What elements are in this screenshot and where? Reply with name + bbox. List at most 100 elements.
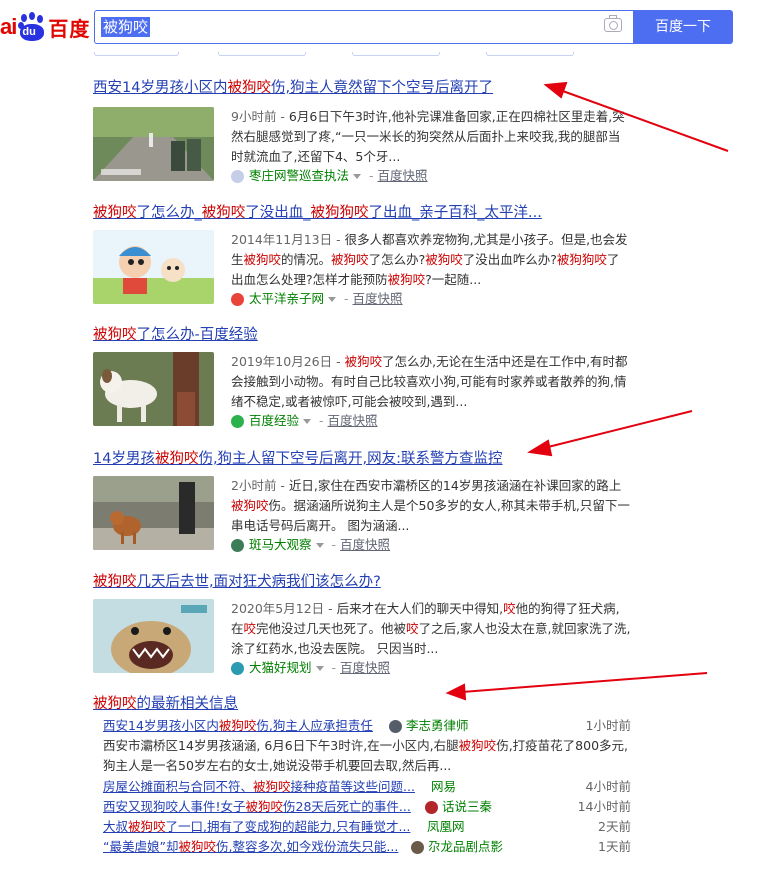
result-title[interactable]: 西安14岁男孩小区内被狗咬伤,狗主人竟然留下个空号后离开了	[93, 78, 653, 98]
text-run: 近日,家住在西安市灞桥区的14岁男孩涵涵在补课回家的路上	[288, 478, 622, 493]
baidu-logo[interactable]: ai du 百度	[0, 11, 90, 43]
result-title[interactable]: 被狗咬几天后去世,面对狂犬病我们该怎么办?	[93, 572, 653, 592]
keyword-highlight: 被狗咬	[93, 205, 137, 221]
avatar	[389, 719, 402, 733]
keyword-highlight: 被狗咬	[245, 799, 284, 814]
source-name[interactable]: 百度经验	[249, 412, 299, 430]
text-run: 14岁男孩	[93, 451, 155, 467]
keyword-highlight: 被狗咬	[178, 839, 216, 854]
search-button[interactable]: 百度一下	[633, 10, 733, 44]
news-item[interactable]: 西安又现狗咬人事件!女子被狗咬伤28天后死亡的事件... 话说三秦 14小时前	[103, 797, 631, 817]
search-result: 西安14岁男孩小区内被狗咬伤,狗主人竟然留下个空号后离开了 9小时前 - 6月6…	[93, 78, 653, 183]
news-item-time: 4小时前	[585, 779, 631, 794]
result-source: 太平洋亲子网 - 百度快照	[231, 290, 403, 308]
news-item[interactable]: 大叔被狗咬了一口,拥有了变成狗的超能力,只有睡觉才... 凤凰网 2天前	[103, 817, 631, 837]
result-title[interactable]: 被狗咬了怎么办-百度经验	[93, 325, 653, 345]
tab-strip-4[interactable]	[486, 52, 574, 56]
news-item-title[interactable]: “最美虐娘”却被狗咬伤,整容多次,如今戏份流失只能...	[103, 837, 398, 857]
source-name[interactable]: 枣庄网警巡查执法	[249, 167, 349, 185]
result-source: 斑马大观察 - 百度快照	[231, 536, 390, 554]
text-run: 伤,整容多次,如今戏份流失只能...	[215, 839, 399, 854]
news-item-title[interactable]: 西安又现狗咬人事件!女子被狗咬伤28天后死亡的事件...	[103, 797, 411, 817]
text-run: 接种疫苗等这些问题...	[290, 779, 415, 794]
tab-strip-1[interactable]	[94, 52, 179, 56]
tab-strip-3[interactable]	[352, 52, 440, 56]
news-item[interactable]: “最美虐娘”却被狗咬伤,整容多次,如今戏份流失只能... 尕龙品剧点影 1天前	[103, 837, 631, 857]
news-item-time: 1天前	[598, 839, 631, 854]
text-run: 6月6日下午3时许,他补完课准备回家,正在四棉社区里走着,突然右腿感觉到了疼,“…	[231, 109, 625, 164]
keyword-highlight: 被狗狗咬	[556, 252, 607, 267]
camera-icon[interactable]	[604, 15, 622, 32]
cache-link[interactable]: 百度快照	[328, 412, 378, 430]
text-run: 的情况。	[281, 252, 332, 267]
news-item[interactable]: 西安14岁男孩小区内被狗咬伤,狗主人应承担责任 李志勇律师 1小时前	[103, 716, 631, 736]
result-body: 9小时前 - 6月6日下午3时许,他补完课准备回家,正在四棉社区里走着,突然右腿…	[93, 107, 653, 187]
result-thumbnail[interactable]	[93, 599, 214, 673]
keyword-highlight: 被狗咬	[387, 272, 426, 287]
result-date: 2020年5月12日 -	[231, 601, 337, 616]
search-query[interactable]: 被狗咬	[101, 17, 151, 37]
paw-icon: du	[17, 12, 47, 42]
header: ai du 百度 被狗咬 百度一下	[0, 0, 777, 56]
news-source-name: 话说三秦	[442, 799, 493, 814]
keyword-highlight: 咬	[406, 621, 419, 636]
chevron-down-icon[interactable]	[328, 296, 337, 302]
cache-link[interactable]: 百度快照	[378, 167, 428, 185]
keyword-highlight: 咬	[503, 601, 516, 616]
result-snippet: 2小时前 - 近日,家住在西安市灞桥区的14岁男孩涵涵在补课回家的路上被狗咬伤。…	[231, 476, 631, 536]
text-run: 了出血_亲子百科_太平洋...	[368, 205, 542, 221]
result-date: 2014年11月13日 -	[231, 232, 345, 247]
news-title[interactable]: 被狗咬的最新相关信息	[93, 694, 653, 714]
news-item[interactable]: 房屋公摊面积与合同不符、被狗咬接种疫苗等这些问题... 网易 4小时前	[103, 777, 631, 797]
news-item-title[interactable]: 大叔被狗咬了一口,拥有了变成狗的超能力,只有睡觉才...	[103, 817, 410, 837]
text-run: 伤,狗主人留下空号后离开,网友:联系警方查监控	[198, 451, 503, 467]
text-run: ?一起随...	[425, 272, 482, 287]
tab-strip-2[interactable]	[218, 52, 306, 56]
news-item-source[interactable]: 网易	[431, 777, 456, 797]
news-item-source[interactable]: 李志勇律师	[389, 716, 469, 736]
baidu-jingyan-icon	[231, 414, 244, 428]
source-name[interactable]: 大猫好规划	[249, 659, 312, 677]
cache-link[interactable]: 百度快照	[340, 536, 390, 554]
text-run: 后来才在大人们的聊天中得知,	[336, 601, 504, 616]
chevron-down-icon[interactable]	[315, 665, 324, 671]
source-name[interactable]: 太平洋亲子网	[249, 290, 324, 308]
search-input[interactable]: 被狗咬	[94, 10, 634, 44]
result-title[interactable]: 被狗咬了怎么办_被狗咬了没出血_被狗狗咬了出血_亲子百科_太平洋...	[93, 203, 653, 223]
keyword-highlight: 被狗咬	[425, 252, 463, 267]
search-result: 被狗咬几天后去世,面对狂犬病我们该怎么办? 2020年5月12日 - 后来才在大…	[93, 572, 653, 675]
news-item-title[interactable]: 房屋公摊面积与合同不符、被狗咬接种疫苗等这些问题...	[103, 777, 415, 797]
chevron-down-icon[interactable]	[315, 542, 324, 548]
text-run: 伤28天后死亡的事件...	[283, 799, 411, 814]
cache-link[interactable]: 百度快照	[353, 290, 403, 308]
result-snippet: 9小时前 - 6月6日下午3时许,他补完课准备回家,正在四棉社区里走着,突然右腿…	[231, 107, 631, 167]
keyword-highlight: 被狗咬	[331, 252, 369, 267]
result-thumbnail[interactable]	[93, 352, 214, 426]
news-item-title[interactable]: 西安14岁男孩小区内被狗咬伤,狗主人应承担责任	[103, 716, 373, 736]
bigcat-icon	[231, 661, 244, 675]
result-source: 大猫好规划 - 百度快照	[231, 659, 390, 677]
text-run: 伤,狗主人竟然留下个空号后离开了	[270, 80, 494, 96]
news-item-source[interactable]: 凤凰网	[427, 817, 465, 837]
keyword-highlight: 被狗狗咬	[310, 205, 369, 221]
result-source: 枣庄网警巡查执法 - 百度快照	[231, 167, 428, 185]
police-badge-icon	[231, 169, 244, 183]
result-title[interactable]: 14岁男孩被狗咬伤,狗主人留下空号后离开,网友:联系警方查监控	[93, 449, 653, 469]
chevron-down-icon[interactable]	[353, 173, 362, 179]
keyword-highlight: 被狗咬	[243, 252, 282, 267]
result-thumbnail[interactable]	[93, 476, 214, 550]
news-item-source[interactable]: 话说三秦	[425, 797, 492, 817]
keyword-highlight: 被狗咬	[344, 354, 383, 369]
result-thumbnail[interactable]	[93, 230, 214, 304]
text-run: 几天后去世,面对狂犬病我们该怎么办?	[136, 574, 381, 590]
result-body: 2020年5月12日 - 后来才在大人们的聊天中得知,咬他的狗得了狂犬病,在咬完…	[93, 599, 653, 679]
result-body: 2014年11月13日 - 很多人都喜欢养宠物狗,尤其是小孩子。但是,也会发生被…	[93, 230, 653, 310]
source-name[interactable]: 斑马大观察	[249, 536, 312, 554]
cache-link[interactable]: 百度快照	[340, 659, 390, 677]
keyword-highlight: 被狗咬	[253, 779, 291, 794]
news-item-source[interactable]: 尕龙品剧点影	[411, 837, 503, 857]
chevron-down-icon[interactable]	[303, 418, 312, 424]
related-news: 被狗咬的最新相关信息 西安14岁男孩小区内被狗咬伤,狗主人应承担责任 李志勇律师…	[93, 694, 653, 854]
result-thumbnail[interactable]	[93, 107, 214, 181]
keyword-highlight: 被狗咬	[231, 498, 269, 513]
